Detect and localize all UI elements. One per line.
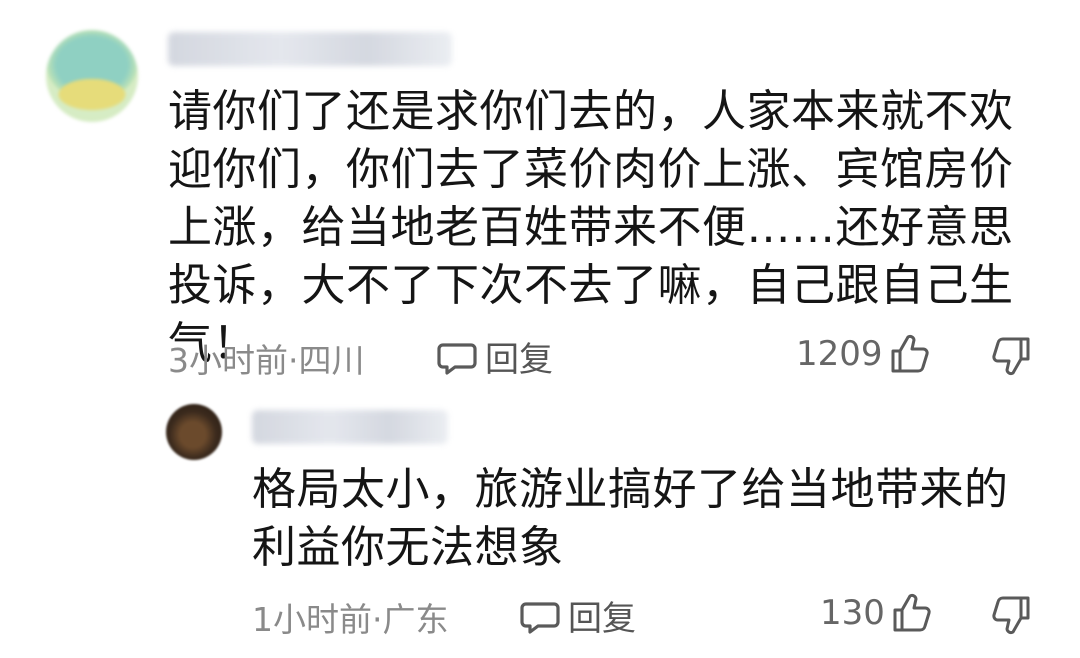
comment-meta: 1小时前·广东 [252,600,449,639]
comment-meta: 3小时前·四川 [168,341,365,380]
speech-bubble-icon [437,342,477,375]
like-button[interactable]: 130 [820,591,933,635]
reply-label: 回复 [485,340,553,380]
reply-button[interactable]: 回复 [435,332,553,381]
like-count: 1209 [796,334,883,374]
like-button[interactable]: 1209 [796,332,931,376]
avatar[interactable] [166,404,222,460]
avatar[interactable] [46,30,138,122]
username-blurred[interactable] [252,410,448,444]
comment-text: 请你们了还是求你们去的，人家本来就不欢迎你们，你们去了菜价肉价上涨、宾馆房价上涨… [168,86,1014,369]
reply-label: 回复 [568,599,636,639]
username-blurred[interactable] [168,32,452,66]
thumbs-down-icon[interactable] [990,593,1034,637]
like-count: 130 [820,593,885,633]
thumbs-down-icon[interactable] [990,334,1034,378]
speech-bubble-icon [520,601,560,634]
thumbs-up-icon [891,334,929,373]
comment-text: 格局太小，旅游业搞好了给当地带来的利益你无法想象 [252,464,1009,573]
thumbs-up-icon [893,593,931,632]
reply-button[interactable]: 回复 [518,591,636,640]
